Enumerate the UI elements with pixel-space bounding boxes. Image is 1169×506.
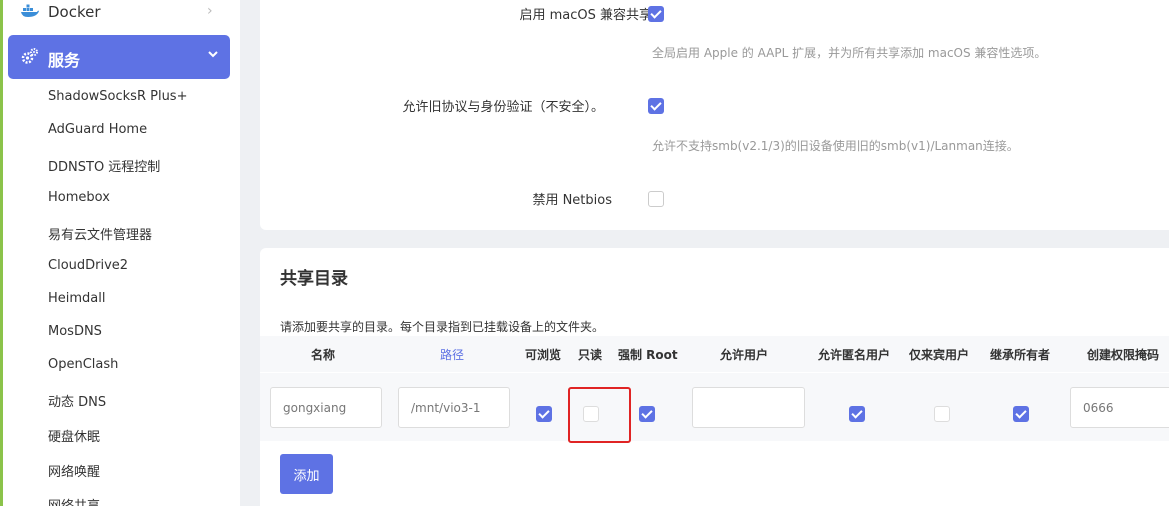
sidebar-subitem-mosdns[interactable]: MosDNS — [48, 324, 102, 339]
docker-icon — [21, 4, 39, 17]
sidebar-subitem-clouddrive[interactable]: CloudDrive2 — [48, 258, 128, 273]
sidebar-item-label: Docker — [48, 3, 101, 21]
legacy-protocol-description: 允许不支持smb(v2.1/3)的旧设备使用旧的smb(v1)/Lanman连接… — [652, 139, 1019, 153]
col-name: 名称 — [311, 348, 336, 362]
col-path[interactable]: 路径 — [440, 346, 464, 363]
sidebar: Docker › 服务 ShadowSocksR Plus+ AdGuard H… — [0, 0, 240, 506]
guest-only-checkbox[interactable] — [934, 406, 950, 422]
col-guest-ok: 允许匿名用户 — [818, 348, 891, 362]
legacy-protocol-label: 允许旧协议与身份验证（不安全）。 — [402, 100, 604, 115]
sidebar-item-docker[interactable]: Docker › — [3, 0, 240, 26]
sidebar-subitem-ddnsto[interactable]: DDNSTO 远程控制 — [48, 156, 160, 175]
col-force-root: 强制 Root — [618, 348, 678, 362]
global-settings-card: 启用 macOS 兼容共享 全局启用 Apple 的 AAPL 扩展，并为所有共… — [260, 0, 1169, 230]
macos-compat-label: 启用 macOS 兼容共享 — [519, 8, 652, 23]
chevron-right-icon: › — [207, 3, 213, 19]
col-read-only: 只读 — [578, 348, 603, 362]
add-share-button[interactable]: 添加 — [280, 454, 333, 494]
share-name-input[interactable] — [270, 387, 382, 428]
shared-directories-card: 共享目录 请添加要共享的目录。每个目录指到已挂载设备上的文件夹。 名称 路径 可… — [260, 248, 1169, 506]
section-title: 共享目录 — [280, 269, 348, 289]
force-root-checkbox[interactable] — [639, 406, 655, 422]
col-guest-only: 仅来宾用户 — [909, 348, 970, 362]
sidebar-subitem-ddns[interactable]: 动态 DNS — [48, 391, 106, 410]
sidebar-subitem-linkease[interactable]: 易有云文件管理器 — [48, 224, 152, 243]
sidebar-item-services[interactable]: 服务 — [8, 35, 230, 79]
table-header: 名称 路径 可浏览 只读 强制 Root 允许用户 允许匿名用户 仅来宾用户 继… — [260, 336, 1169, 372]
inherit-owner-checkbox[interactable] — [1013, 406, 1029, 422]
share-path-input[interactable] — [398, 387, 510, 428]
sidebar-subitem-adguard[interactable]: AdGuard Home — [48, 122, 147, 137]
highlight-box — [568, 387, 631, 443]
sidebar-subitem-openclash[interactable]: OpenClash — [48, 357, 118, 372]
section-description: 请添加要共享的目录。每个目录指到已挂载设备上的文件夹。 — [280, 320, 605, 334]
allowed-users-input[interactable] — [692, 387, 805, 428]
sidebar-subitem-hd-idle[interactable]: 硬盘休眠 — [48, 426, 100, 445]
sidebar-subitem-homebox[interactable]: Homebox — [48, 190, 110, 205]
disable-netbios-checkbox[interactable] — [648, 191, 664, 207]
disable-netbios-label: 禁用 Netbios — [532, 193, 612, 208]
table-row — [260, 373, 1169, 441]
col-inherit-owner: 继承所有者 — [990, 348, 1051, 362]
sidebar-item-label: 服务 — [48, 51, 81, 70]
create-mask-input[interactable] — [1070, 387, 1169, 428]
col-browseable: 可浏览 — [525, 348, 562, 362]
sidebar-subitem-samba[interactable]: 网络共享 — [48, 495, 100, 506]
gears-icon — [21, 48, 38, 64]
chevron-down-icon — [208, 51, 218, 58]
col-create-mask: 创建权限掩码 — [1087, 348, 1160, 362]
macos-compat-checkbox[interactable] — [648, 6, 664, 22]
sidebar-subitem-ssr[interactable]: ShadowSocksR Plus+ — [48, 89, 187, 104]
browseable-checkbox[interactable] — [536, 406, 552, 422]
legacy-protocol-checkbox[interactable] — [648, 98, 664, 114]
sidebar-subitem-wol[interactable]: 网络唤醒 — [48, 461, 100, 480]
guest-ok-checkbox[interactable] — [849, 406, 865, 422]
macos-compat-description: 全局启用 Apple 的 AAPL 扩展，并为所有共享添加 macOS 兼容性选… — [652, 46, 1047, 60]
col-allowed-users: 允许用户 — [720, 348, 769, 362]
sidebar-subitem-heimdall[interactable]: Heimdall — [48, 291, 106, 306]
sidebar-gutter — [240, 0, 260, 506]
